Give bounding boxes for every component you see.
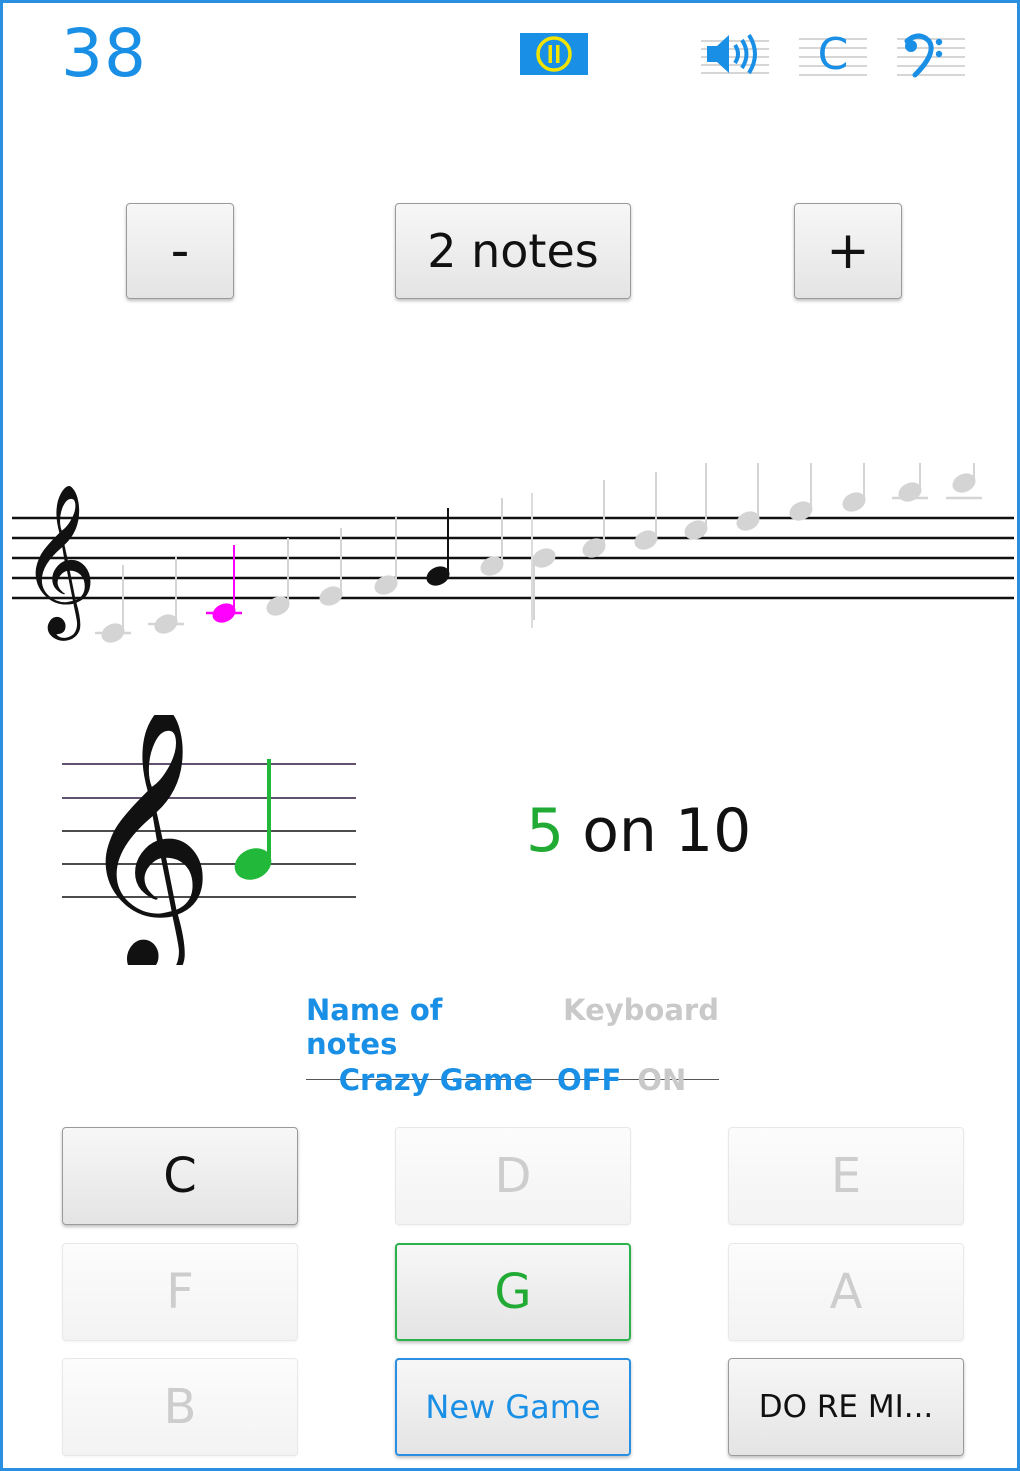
note-e-button[interactable]: E <box>728 1127 964 1225</box>
range-note[interactable] <box>733 463 762 534</box>
range-note[interactable] <box>946 463 982 500</box>
speaker-icon <box>701 33 769 75</box>
crazy-game-toggle: Crazy Game OFF ON <box>306 1063 719 1097</box>
pause-button[interactable] <box>520 33 588 75</box>
tab-name-of-notes[interactable]: Name of notes <box>306 993 533 1061</box>
note-b-button[interactable]: B <box>62 1358 298 1456</box>
range-note[interactable] <box>95 565 131 643</box>
decrease-notes-button[interactable]: - <box>126 203 234 299</box>
solfege-label: DO RE MI... <box>758 1389 934 1425</box>
range-note[interactable] <box>681 463 710 543</box>
note-g-label: G <box>494 1264 532 1320</box>
staff-lines <box>12 516 1014 600</box>
crazy-game-on[interactable]: ON <box>637 1063 686 1097</box>
solfege-toggle-button[interactable]: DO RE MI... <box>728 1358 964 1456</box>
new-game-label: New Game <box>425 1388 601 1426</box>
sound-toggle-button[interactable] <box>701 29 769 79</box>
range-note[interactable] <box>892 463 928 505</box>
note-d-button[interactable]: D <box>395 1127 631 1225</box>
score-counter: 38 <box>61 15 147 92</box>
range-staff[interactable]: 𝄞 <box>6 463 1020 643</box>
range-note[interactable] <box>631 472 660 553</box>
new-game-button[interactable]: New Game <box>395 1358 631 1456</box>
crazy-game-off[interactable]: OFF <box>557 1063 621 1097</box>
note-a-button[interactable]: A <box>728 1243 964 1341</box>
range-notes <box>95 463 982 643</box>
minus-label: - <box>170 221 190 281</box>
question-staff: 𝄞 <box>62 715 356 965</box>
question-note <box>234 759 272 880</box>
notes-count-button[interactable]: 2 notes <box>395 203 631 299</box>
treble-clef-icon: 𝄞 <box>78 715 214 965</box>
range-note[interactable] <box>423 508 452 589</box>
result-current: 5 <box>526 796 565 866</box>
range-note[interactable] <box>316 528 345 609</box>
note-g-button[interactable]: G <box>395 1243 631 1341</box>
increase-notes-button[interactable]: + <box>794 203 902 299</box>
treble-clef-icon: 𝄞 <box>20 482 97 641</box>
progress-result: 5 on 10 <box>526 801 751 861</box>
clef-c-label: C <box>817 28 849 80</box>
plus-label: + <box>826 221 870 281</box>
result-total: 10 <box>674 796 752 866</box>
note-a-label: A <box>829 1264 863 1320</box>
pause-circle-icon <box>536 36 572 72</box>
notes-count-label: 2 notes <box>427 224 599 278</box>
note-f-button[interactable]: F <box>62 1243 298 1341</box>
range-note[interactable] <box>839 463 868 515</box>
note-c-label: C <box>163 1148 197 1204</box>
note-c-button[interactable]: C <box>62 1127 298 1225</box>
bass-clef-button[interactable] <box>897 29 965 79</box>
app-screen: 38 C - 2 notes + 𝄞 𝄞 5 on 10 Name of not… <box>0 0 1020 1471</box>
tab-keyboard[interactable]: Keyboard <box>563 993 719 1061</box>
bass-clef-icon <box>897 33 965 78</box>
range-note[interactable] <box>529 545 558 620</box>
note-f-label: F <box>166 1264 194 1320</box>
range-note[interactable] <box>786 463 815 524</box>
range-note[interactable] <box>148 556 184 637</box>
result-separator: on <box>582 796 657 866</box>
note-d-label: D <box>494 1148 532 1204</box>
clef-c-button[interactable]: C <box>799 28 867 80</box>
range-note[interactable] <box>579 480 608 561</box>
note-e-label: E <box>830 1148 862 1204</box>
crazy-game-label: Crazy Game <box>338 1063 534 1097</box>
note-b-label: B <box>163 1379 197 1435</box>
